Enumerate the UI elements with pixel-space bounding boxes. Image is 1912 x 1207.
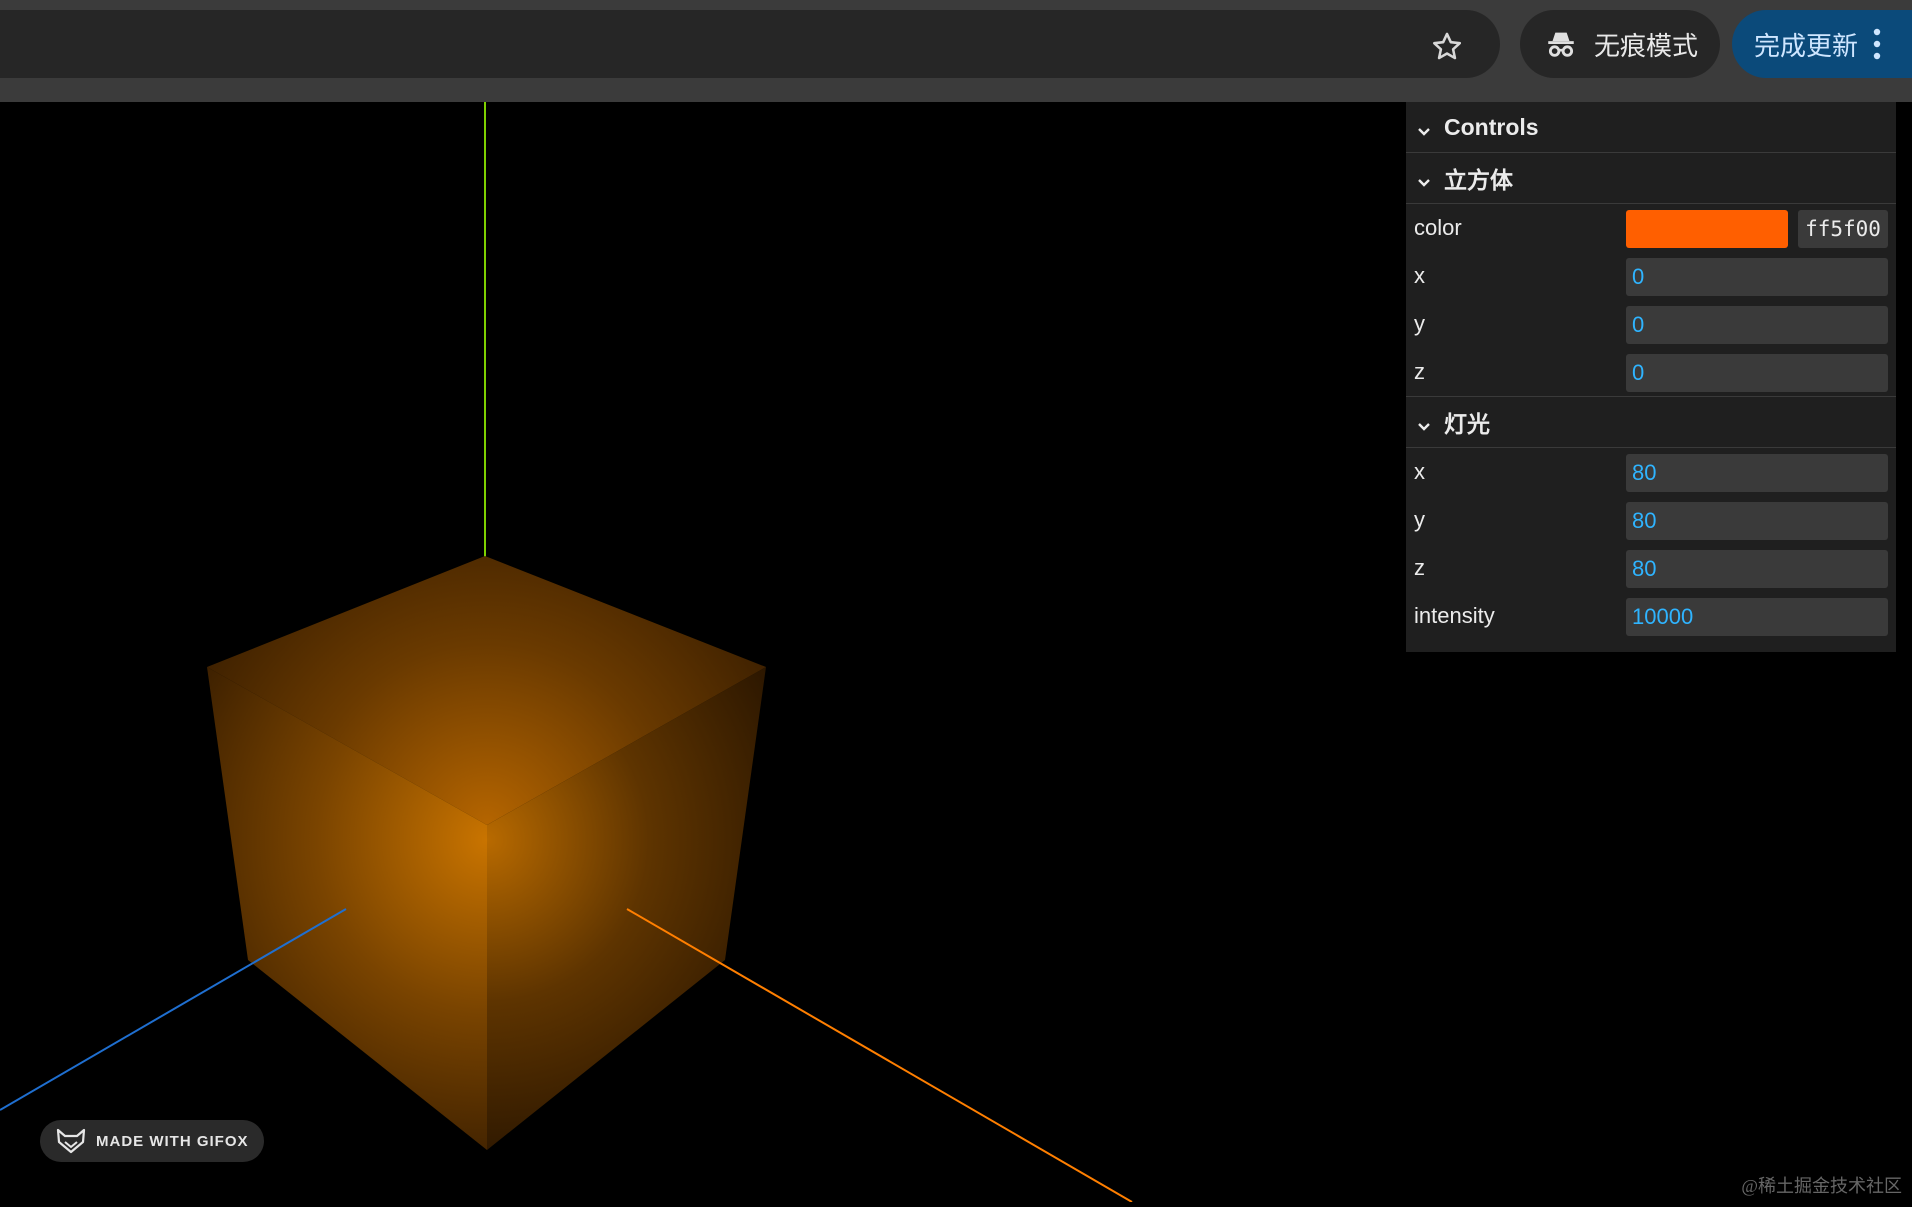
- cube-x-label: x: [1414, 263, 1425, 288]
- fox-logo-icon: [56, 1128, 86, 1154]
- incognito-label: 无痕模式: [1594, 30, 1699, 61]
- controls-panel: Controls 立方体 color ff5f00 x 0 y 0 z 0 灯光…: [1406, 102, 1896, 652]
- controls-header[interactable]: Controls: [1406, 102, 1896, 153]
- light-folder-header[interactable]: 灯光: [1406, 397, 1896, 448]
- incognito-indicator[interactable]: 无痕模式: [1520, 10, 1720, 78]
- light-z-row: z 80: [1406, 544, 1896, 592]
- chevron-down-icon: [1416, 414, 1432, 431]
- cube-color-swatch[interactable]: [1626, 210, 1788, 248]
- light-y-label: y: [1414, 507, 1425, 532]
- update-button[interactable]: 完成更新: [1732, 10, 1912, 78]
- chevron-down-icon: [1416, 119, 1432, 136]
- cube-x-input[interactable]: 0: [1626, 258, 1888, 296]
- incognito-icon: [1544, 27, 1578, 61]
- cube-y-row: y 0: [1406, 300, 1896, 348]
- cube-color-row: color ff5f00: [1406, 204, 1896, 252]
- gifox-watermark: MADE WITH GIFOX: [40, 1120, 264, 1162]
- light-z-input[interactable]: 80: [1626, 550, 1888, 588]
- update-label: 完成更新: [1754, 30, 1859, 61]
- light-x-row: x 80: [1406, 448, 1896, 496]
- z-axis-line: [0, 908, 347, 1111]
- light-x-input[interactable]: 80: [1626, 454, 1888, 492]
- cube-folder-title: 立方体: [1444, 167, 1513, 193]
- cube-z-label: z: [1414, 359, 1425, 384]
- light-intensity-input[interactable]: 10000: [1626, 598, 1888, 636]
- gifox-label: MADE WITH GIFOX: [96, 1132, 249, 1150]
- light-y-row: y 80: [1406, 496, 1896, 544]
- x-axis-line: [626, 908, 1133, 1203]
- bookmark-star-icon[interactable]: [1430, 30, 1464, 64]
- controls-title: Controls: [1444, 113, 1539, 140]
- juejin-watermark: @稀土掘金技术社区: [1741, 1176, 1902, 1196]
- address-bar[interactable]: [0, 10, 1500, 78]
- light-intensity-row: intensity 10000: [1406, 592, 1896, 640]
- light-folder-title: 灯光: [1444, 411, 1490, 437]
- cube-x-row: x 0: [1406, 252, 1896, 300]
- cube-y-input[interactable]: 0: [1626, 306, 1888, 344]
- light-y-input[interactable]: 80: [1626, 502, 1888, 540]
- cube-z-row: z 0: [1406, 348, 1896, 397]
- light-z-label: z: [1414, 555, 1425, 580]
- cube-color-hex-input[interactable]: ff5f00: [1798, 210, 1888, 248]
- cube-color-label: color: [1414, 215, 1462, 240]
- chevron-down-icon: [1416, 170, 1432, 187]
- more-menu-icon[interactable]: [1872, 24, 1882, 64]
- cube-y-label: y: [1414, 311, 1425, 336]
- window-top-strip: [0, 0, 1912, 10]
- cube-folder-header[interactable]: 立方体: [1406, 153, 1896, 204]
- light-x-label: x: [1414, 459, 1425, 484]
- light-intensity-label: intensity: [1414, 603, 1495, 628]
- cube-z-input[interactable]: 0: [1626, 354, 1888, 392]
